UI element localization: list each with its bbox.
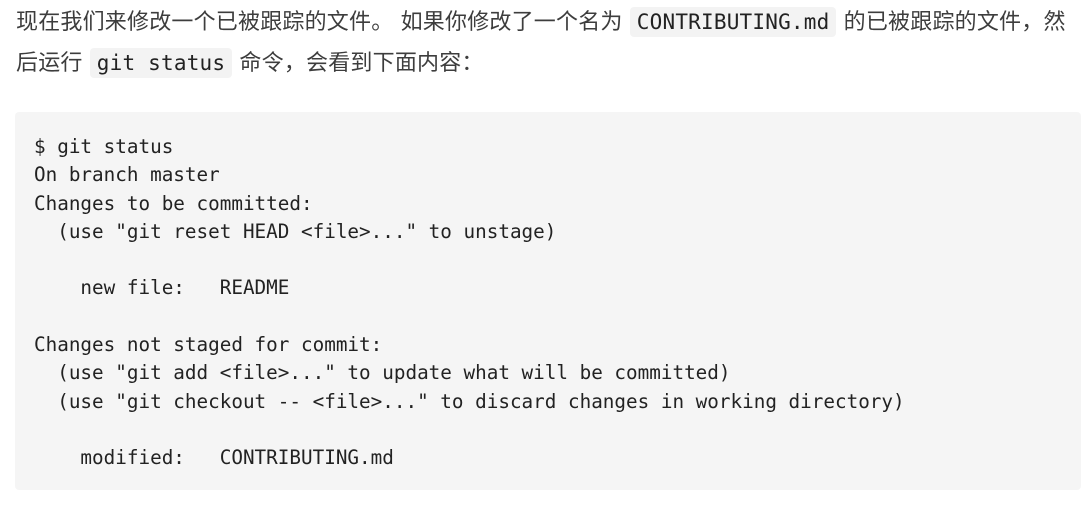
code-line: (use "git reset HEAD <file>..." to unsta… [34,219,557,243]
code-block: $ git status On branch master Changes to… [15,112,1081,490]
inline-code-filename: CONTRIBUTING.md [629,7,837,37]
code-line: On branch master [34,163,220,187]
code-line: Changes to be committed: [34,191,313,215]
code-line: new file: README [34,276,290,300]
inline-code-command: git status [89,48,233,78]
paragraph-text-1: 现在我们来修改一个已被跟踪的文件。 如果你修改了一个名为 [16,10,630,35]
code-line: (use "git add <file>..." to update what … [34,361,731,385]
code-line: $ git status [34,135,174,158]
paragraph-text-3: 命令，会看到下面内容： [232,51,484,76]
code-line: (use "git checkout -- <file>..." to disc… [34,389,905,413]
code-line: modified: CONTRIBUTING.md [34,446,394,470]
intro-paragraph: 现在我们来修改一个已被跟踪的文件。 如果你修改了一个名为 CONTRIBUTIN… [16,2,1080,84]
code-line: Changes not staged for commit: [34,333,383,357]
